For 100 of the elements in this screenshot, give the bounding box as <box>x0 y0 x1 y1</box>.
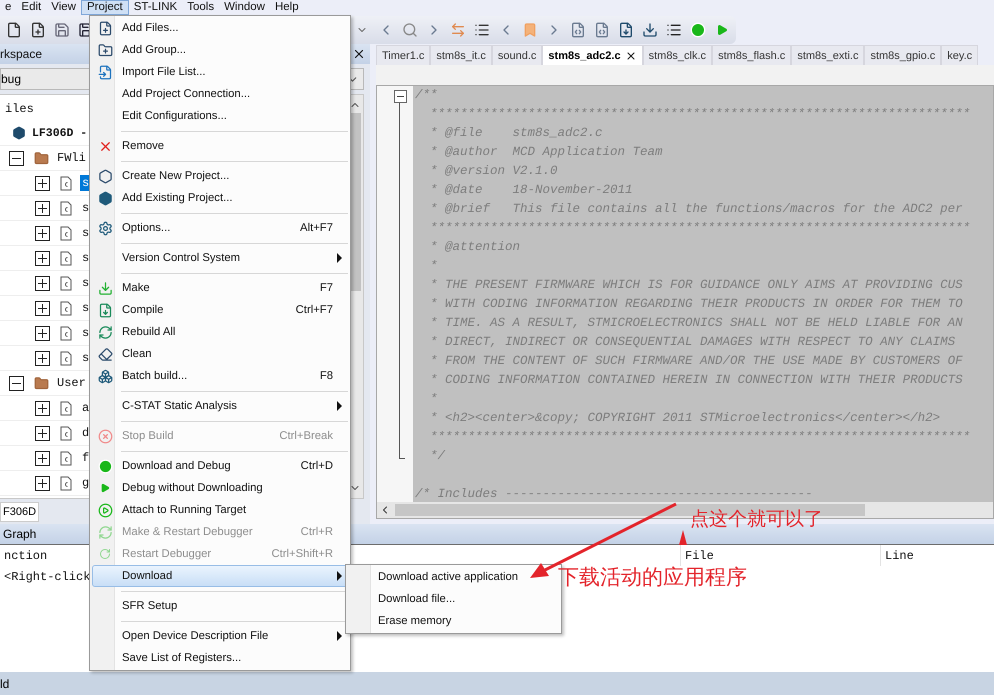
menu-item[interactable]: Debug without Downloading <box>92 477 348 499</box>
file-name[interactable]: s <box>80 200 92 216</box>
file-tab[interactable]: stm8s_it.c <box>430 45 492 65</box>
c-file-icon <box>60 276 72 290</box>
project-name[interactable]: LF306D - <box>30 126 90 140</box>
file-name[interactable]: s <box>80 275 92 291</box>
menu-item[interactable]: Remove <box>92 135 348 157</box>
menu-item[interactable]: Download <box>92 565 348 587</box>
c-file-icon <box>60 226 72 240</box>
menu-item[interactable]: Batch build... F8 <box>92 365 348 387</box>
expand-icon[interactable] <box>35 176 50 190</box>
menu-item[interactable]: Download active application <box>348 566 559 588</box>
expand-icon[interactable] <box>35 300 50 316</box>
document-icon[interactable] <box>570 22 586 38</box>
column-header[interactable]: File <box>685 548 714 564</box>
file-tab[interactable]: stm8s_flash.c <box>712 45 792 65</box>
code-line: * TIME. AS A RESULT, STMICROELECTRONICS SHALL NOT BE HELD LIABLE FOR AN <box>429 315 963 332</box>
menu-item[interactable]: Attach to Running Target <box>92 499 348 521</box>
file-name[interactable]: a <box>80 400 92 416</box>
new-file-icon[interactable] <box>6 22 22 38</box>
menu-item[interactable]: Create New Project... <box>92 165 348 187</box>
expand-icon[interactable] <box>35 400 50 416</box>
annotation-text: 点这个就可以了 <box>690 507 823 532</box>
annotation-marker <box>679 530 687 545</box>
menu-item[interactable]: Rebuild All <box>92 321 348 343</box>
compile-icon[interactable] <box>618 22 634 38</box>
menu-title[interactable]: Edit <box>16 0 46 15</box>
menu-item[interactable]: Save List of Registers... <box>92 647 348 669</box>
tree-header: iles <box>4 101 35 117</box>
file-name[interactable]: s <box>80 300 92 316</box>
download-icon <box>98 280 112 296</box>
file-tab[interactable]: stm8s_adc2.c <box>542 45 643 65</box>
menu-item[interactable]: Make F7 <box>92 277 348 299</box>
menu-title[interactable]: e <box>0 0 16 15</box>
file-tab[interactable]: stm8s_gpio.c <box>864 45 942 65</box>
expand-icon[interactable] <box>35 250 50 266</box>
workspace-tab[interactable]: F306D <box>0 502 40 522</box>
expand-icon[interactable] <box>35 276 50 290</box>
file-name[interactable]: s <box>80 250 92 266</box>
menu-title[interactable]: View <box>46 0 81 15</box>
new-file-icon[interactable] <box>30 22 46 38</box>
menu-title[interactable]: Project <box>80 0 129 15</box>
list-icon[interactable] <box>474 22 490 38</box>
menu-item[interactable]: Erase memory <box>348 610 559 632</box>
menu-item[interactable]: Add Group... <box>92 39 348 61</box>
column-header[interactable]: Line <box>885 548 914 564</box>
c-file-icon <box>60 426 72 440</box>
code-line: * DIRECT, INDIRECT OR CONSEQUENTIAL DAMAGES WITH RESPECT TO ANY CLAIMS <box>429 334 956 351</box>
menu-item[interactable]: Add Project Connection... <box>92 83 348 105</box>
status-text: ld <box>0 676 10 690</box>
file-tab[interactable]: stm8s_exti.c <box>791 45 864 65</box>
file-tab[interactable]: key.c <box>941 45 978 65</box>
menu-title[interactable]: Tools <box>182 0 220 15</box>
file-name[interactable]: s <box>80 325 92 341</box>
fold-icon[interactable] <box>394 90 407 103</box>
file-tab[interactable]: sound.c <box>492 45 542 65</box>
expand-icon[interactable] <box>35 350 50 366</box>
expand-icon[interactable] <box>35 476 50 490</box>
menu-item[interactable]: Import File List... <box>92 61 348 83</box>
menu-item[interactable]: Download file... <box>348 588 559 610</box>
group-name[interactable]: FWli <box>55 150 88 166</box>
save-icon[interactable] <box>54 22 70 38</box>
group-name[interactable]: User <box>55 375 88 391</box>
menu-item[interactable]: C-STAT Static Analysis <box>92 395 348 417</box>
menu-title[interactable]: ST-LINK <box>128 0 182 15</box>
file-tab[interactable]: Timer1.c <box>376 45 430 65</box>
menu-item[interactable]: Download and Debug Ctrl+D <box>92 455 348 477</box>
menu-item[interactable]: Edit Configurations... <box>92 105 348 127</box>
file-name[interactable]: s <box>80 225 92 241</box>
code-line: * @file stm8s_adc2.c <box>429 125 603 142</box>
file-name[interactable]: s <box>80 350 92 366</box>
collapse-icon[interactable] <box>9 376 24 390</box>
refresh-icon <box>99 548 111 560</box>
menu-item[interactable]: Add Files... <box>92 17 348 39</box>
menu-title[interactable]: Help <box>270 0 304 15</box>
file-name[interactable]: g <box>80 475 92 491</box>
file-name[interactable]: f <box>80 450 92 466</box>
close-icon[interactable] <box>352 47 366 61</box>
menu-item[interactable]: SFR Setup <box>92 595 348 617</box>
c-file-icon <box>60 176 72 190</box>
menu-title[interactable]: Window <box>219 0 270 15</box>
menu-item[interactable]: Compile Ctrl+F7 <box>92 299 348 321</box>
expand-icon[interactable] <box>35 426 50 440</box>
search-icon[interactable] <box>402 22 418 38</box>
menu-item[interactable]: Options... Alt+F7 <box>92 217 348 239</box>
folder-plus-icon <box>98 42 112 58</box>
menu-item[interactable]: Clean <box>92 343 348 365</box>
file-tab[interactable]: stm8s_clk.c <box>642 45 712 65</box>
menu-item[interactable]: Add Existing Project... <box>92 187 348 209</box>
expand-icon[interactable] <box>35 450 50 466</box>
menu-item[interactable]: Version Control System <box>92 247 348 269</box>
document-icon[interactable] <box>594 22 610 38</box>
file-name[interactable]: d <box>80 425 92 441</box>
expand-icon[interactable] <box>35 226 50 240</box>
close-icon[interactable] <box>624 50 637 62</box>
column-header[interactable]: nction <box>4 548 48 564</box>
collapse-icon[interactable] <box>9 150 24 166</box>
expand-icon[interactable] <box>35 326 50 340</box>
expand-icon[interactable] <box>35 200 50 216</box>
make-icon[interactable] <box>642 22 658 38</box>
